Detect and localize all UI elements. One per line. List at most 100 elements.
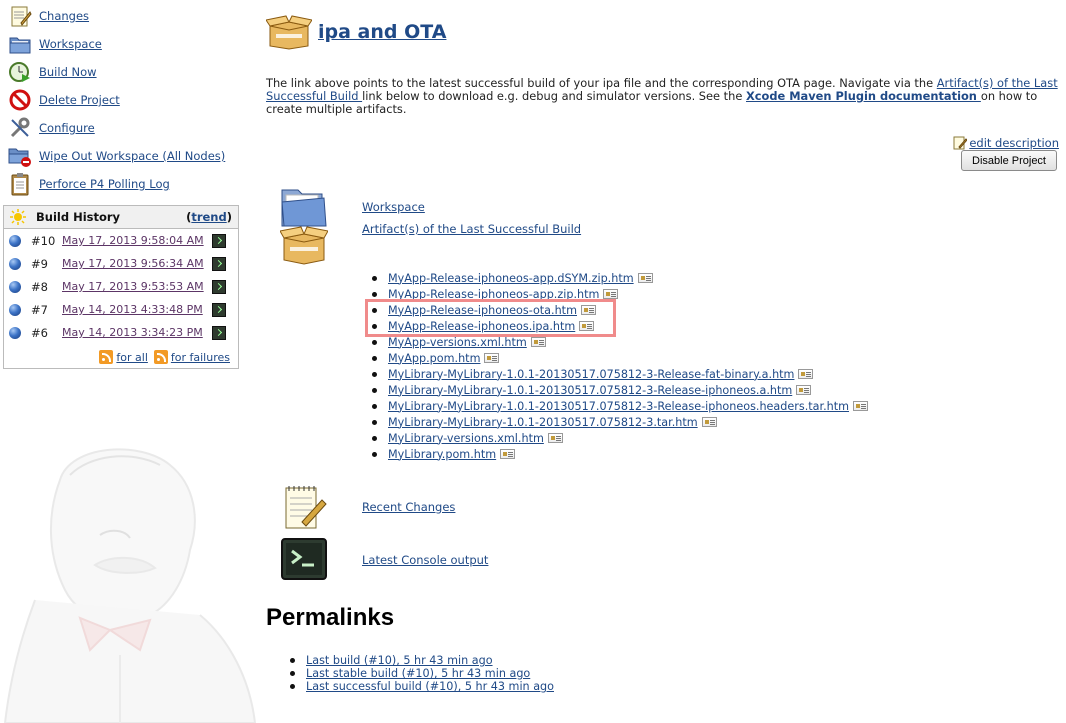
task-changes-link[interactable]: Changes [39, 9, 89, 23]
build-history-row: #8 May 17, 2013 9:53:53 AM [4, 275, 238, 298]
artifact-item: MyApp.pom.htm [372, 350, 868, 366]
recent-changes-section: Recent Changes [280, 484, 455, 530]
task-configure[interactable]: Configure [8, 114, 240, 142]
fingerprint-icon[interactable] [853, 401, 869, 411]
build-history-header: Build History (trend) [4, 206, 238, 229]
artifact-link[interactable]: MyLibrary-versions.xml.htm [388, 432, 544, 445]
main-panel: ipa and OTA The link above points to the… [266, 0, 1066, 723]
artifact-item: MyLibrary-MyLibrary-1.0.1-20130517.07581… [372, 366, 868, 382]
build-date-link[interactable]: May 17, 2013 9:53:53 AM [62, 280, 212, 293]
last-successful-artifacts-link[interactable]: Artifact(s) of the Last Successful Build [362, 222, 581, 236]
artifact-item: MyApp-Release-iphoneos-app.dSYM.zip.htm [372, 270, 868, 286]
artifact-item: MyLibrary-MyLibrary-1.0.1-20130517.07581… [372, 414, 868, 430]
fingerprint-icon[interactable] [637, 273, 653, 283]
recent-changes-link[interactable]: Recent Changes [362, 500, 455, 514]
permalinks-heading: Permalinks [266, 604, 395, 631]
build-date-link[interactable]: May 14, 2013 4:33:48 PM [62, 303, 212, 316]
build-date-link[interactable]: May 17, 2013 9:56:34 AM [62, 257, 212, 270]
task-workspace[interactable]: Workspace [8, 30, 240, 58]
trend-link[interactable]: trend [191, 210, 226, 224]
artifact-link[interactable]: MyApp-versions.xml.htm [388, 336, 527, 349]
console-output-icon[interactable] [212, 279, 226, 294]
build-status-ball-icon [9, 303, 21, 316]
edit-description[interactable]: edit description [953, 136, 1059, 150]
rss-all-link[interactable]: for all [116, 351, 147, 364]
permalink-link[interactable]: Last successful build (#10), 5 hr 43 min… [306, 680, 554, 693]
artifact-link[interactable]: MyLibrary-MyLibrary-1.0.1-20130517.07581… [388, 416, 698, 429]
build-date-link[interactable]: May 14, 2013 3:34:23 PM [62, 326, 212, 339]
xcode-maven-plugin-doc-link[interactable]: Xcode Maven Plugin documentation [746, 89, 981, 103]
clipboard-icon [11, 173, 29, 196]
artifact-link[interactable]: MyApp.pom.htm [388, 352, 480, 365]
artifact-link[interactable]: MyLibrary-MyLibrary-1.0.1-20130517.07581… [388, 384, 792, 397]
disable-project-button[interactable]: Disable Project [961, 150, 1057, 171]
task-p4-polling-log[interactable]: Perforce P4 Polling Log [8, 170, 240, 198]
permalink-item: Last stable build (#10), 5 hr 43 min ago [290, 667, 554, 680]
artifact-link[interactable]: MyLibrary-MyLibrary-1.0.1-20130517.07581… [388, 400, 849, 413]
trend-close-paren: ) [226, 210, 232, 224]
artifact-item: MyLibrary-versions.xml.htm [372, 430, 868, 446]
build-history-row: #9 May 17, 2013 9:56:34 AM [4, 252, 238, 275]
task-wipe-workspace[interactable]: Wipe Out Workspace (All Nodes) [8, 142, 240, 170]
build-status-ball-icon [9, 280, 21, 293]
task-delete-project-link[interactable]: Delete Project [39, 93, 120, 107]
folder-delete-icon [8, 148, 31, 167]
workspace-link[interactable]: Workspace [362, 200, 425, 214]
permalink-link[interactable]: Last build (#10), 5 hr 43 min ago [306, 654, 493, 667]
latest-console-output-link[interactable]: Latest Console output [362, 553, 488, 567]
task-wipe-workspace-link[interactable]: Wipe Out Workspace (All Nodes) [39, 149, 225, 163]
project-title-link[interactable]: ipa and OTA [318, 21, 446, 43]
artifact-link[interactable]: MyLibrary-MyLibrary-1.0.1-20130517.07581… [388, 368, 794, 381]
task-build-now-link[interactable]: Build Now [39, 65, 97, 79]
notepad-icon [285, 486, 327, 529]
artifact-item: MyLibrary.pom.htm [372, 446, 868, 462]
artifact-item: MyLibrary-MyLibrary-1.0.1-20130517.07581… [372, 398, 869, 414]
build-number: #10 [31, 233, 56, 248]
artifact-item: MyLibrary-MyLibrary-1.0.1-20130517.07581… [372, 382, 868, 398]
edit-notepad-icon [953, 136, 968, 150]
console-output-icon[interactable] [212, 302, 226, 317]
build-status-ball-icon [9, 234, 21, 247]
no-entry-icon [9, 89, 31, 111]
build-status-ball-icon [9, 257, 21, 270]
task-configure-link[interactable]: Configure [39, 121, 95, 135]
fingerprint-icon[interactable] [796, 385, 812, 395]
task-p4-polling-log-link[interactable]: Perforce P4 Polling Log [39, 177, 170, 191]
build-status-ball-icon [9, 326, 21, 339]
fingerprint-icon[interactable] [530, 337, 546, 347]
sun-icon [10, 209, 26, 225]
fingerprint-icon[interactable] [603, 289, 619, 299]
fingerprint-icon[interactable] [547, 433, 563, 443]
console-section: Latest Console output [280, 537, 488, 583]
build-date-link[interactable]: May 17, 2013 9:58:04 AM [62, 234, 212, 247]
jenkins-butler-watermark [3, 448, 257, 723]
project-header: ipa and OTA [266, 14, 446, 50]
fingerprint-icon[interactable] [484, 353, 500, 363]
edit-description-link[interactable]: edit description [969, 136, 1059, 150]
artifact-link[interactable]: MyLibrary.pom.htm [388, 448, 496, 461]
rss-failures-link[interactable]: for failures [171, 351, 230, 364]
task-build-now[interactable]: Build Now [8, 58, 240, 86]
console-output-icon[interactable] [212, 325, 226, 340]
build-history-row: #10 May 17, 2013 9:58:04 AM [4, 229, 238, 252]
task-workspace-link[interactable]: Workspace [39, 37, 102, 51]
console-output-icon[interactable] [212, 256, 226, 271]
task-changes[interactable]: Changes [8, 2, 240, 30]
fingerprint-icon[interactable] [798, 369, 814, 379]
fingerprint-icon[interactable] [701, 417, 717, 427]
build-number: #6 [31, 325, 48, 340]
console-output-icon[interactable] [212, 233, 226, 248]
fingerprint-icon[interactable] [500, 449, 516, 459]
project-description: The link above points to the latest succ… [266, 77, 1062, 116]
artifacts-section: Artifact(s) of the Last Successful Build [280, 220, 581, 266]
build-history-title: Build History [36, 210, 121, 224]
package-box-icon [266, 15, 312, 50]
terminal-icon [281, 538, 327, 580]
artifact-link[interactable]: MyApp-Release-iphoneos-app.dSYM.zip.htm [388, 272, 634, 285]
permalink-item: Last successful build (#10), 5 hr 43 min… [290, 680, 554, 693]
rss-icon [153, 350, 168, 364]
description-text-1: The link above points to the latest succ… [266, 76, 937, 90]
permalink-link[interactable]: Last stable build (#10), 5 hr 43 min ago [306, 667, 530, 680]
description-text-2: link below to download e.g. debug and si… [362, 89, 746, 103]
task-delete-project[interactable]: Delete Project [8, 86, 240, 114]
